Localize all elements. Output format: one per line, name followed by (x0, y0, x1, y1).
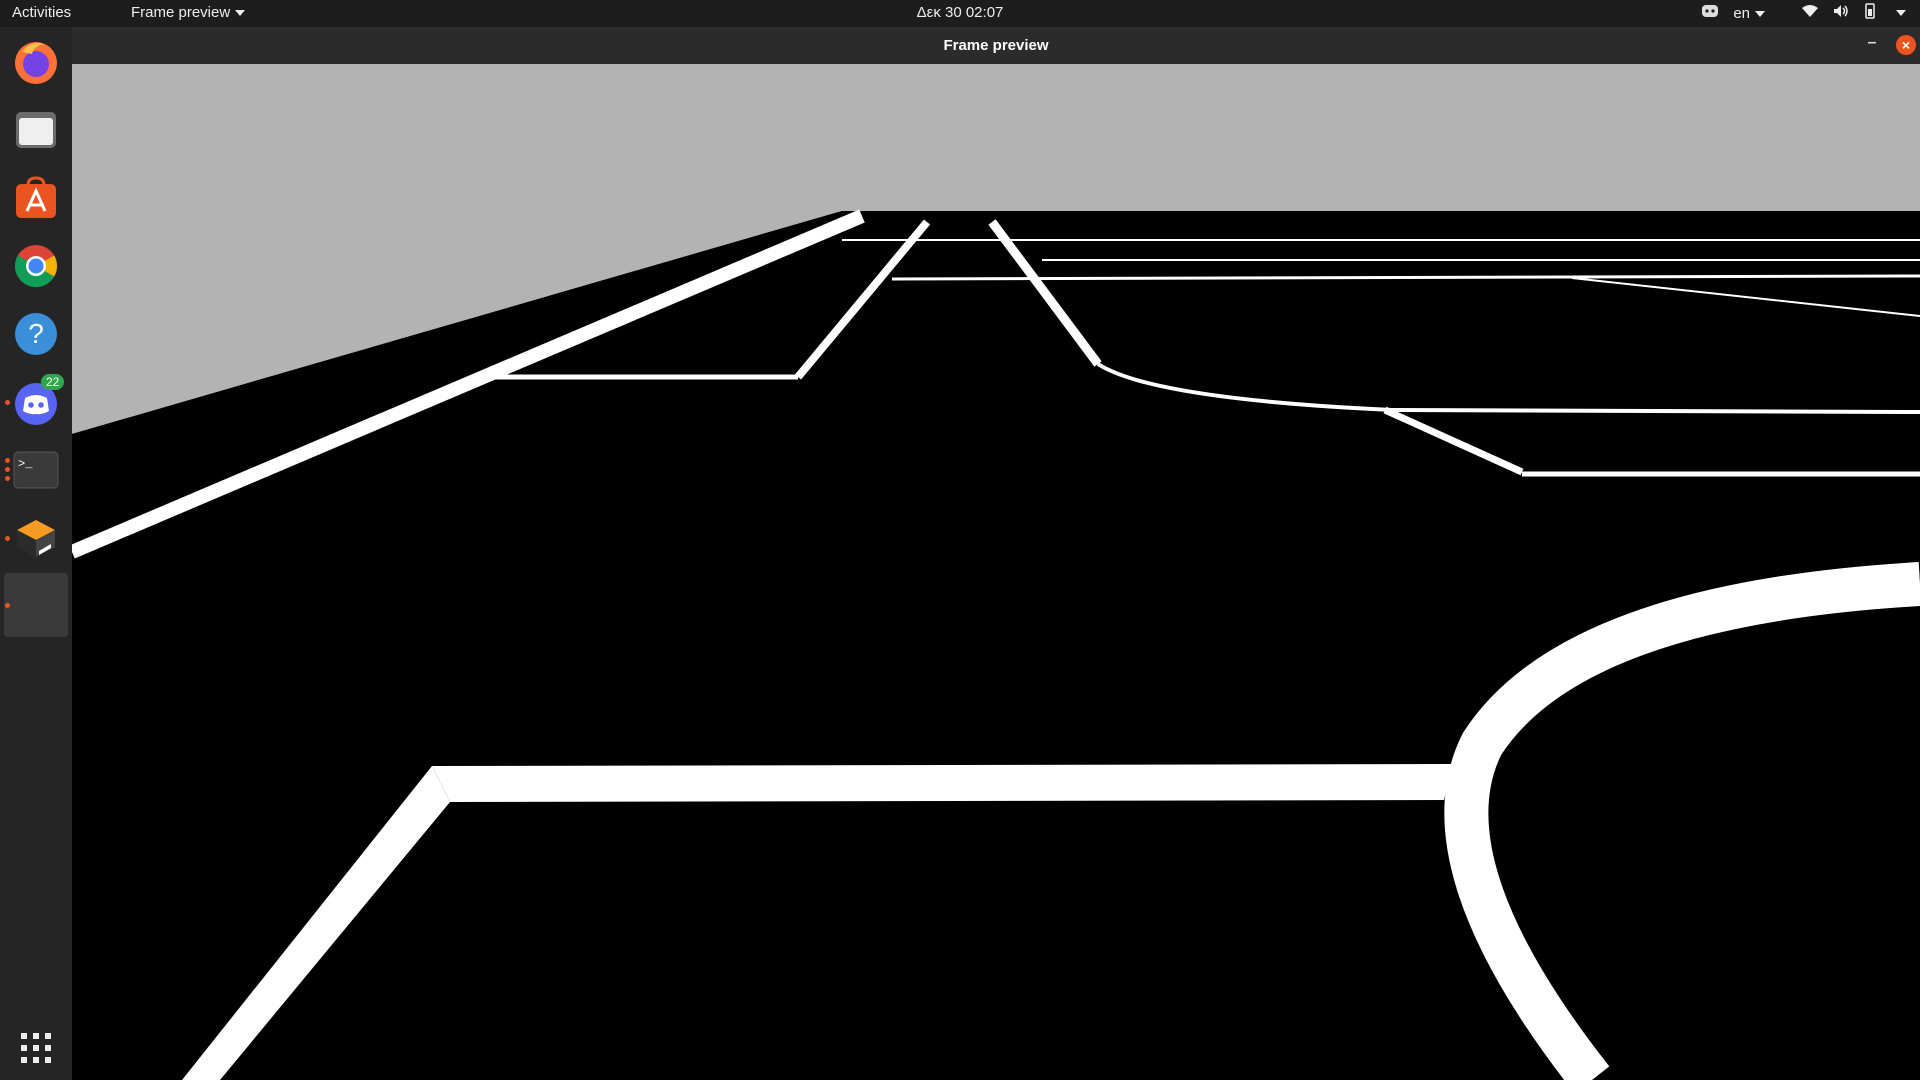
running-indicator (5, 603, 10, 608)
app-grid-icon (21, 1033, 51, 1063)
software-store-icon (16, 176, 56, 218)
minimize-button[interactable]: – (1864, 35, 1880, 52)
running-indicator (5, 476, 10, 481)
clock[interactable]: Δεκ 30 02:07 (0, 4, 1920, 21)
chrome-icon (14, 245, 58, 288)
running-indicator (5, 458, 10, 463)
language-label: en (1733, 4, 1750, 22)
dock-item-frame-preview[interactable] (4, 573, 68, 637)
dock-item-discord[interactable]: 22 (5, 374, 65, 430)
running-indicator (5, 400, 10, 405)
dock-item-software-store[interactable] (8, 170, 64, 226)
chevron-down-icon (1755, 10, 1765, 17)
dock-item-files[interactable] (8, 102, 64, 158)
firefox-icon (15, 42, 57, 84)
system-tray[interactable]: en (1701, 3, 1906, 23)
wifi-icon[interactable] (1801, 4, 1819, 22)
help-icon: ? (15, 313, 57, 355)
running-indicator (5, 536, 10, 541)
notification-badge: 22 (41, 374, 65, 390)
frame-preview-canvas (72, 64, 1920, 1080)
dock: ? 22 >_ (0, 27, 72, 1080)
svg-text:?: ? (28, 318, 44, 349)
discord-tray-icon[interactable] (1701, 4, 1719, 22)
dock-item-help[interactable]: ? (8, 306, 64, 362)
system-menu-chevron-icon[interactable] (1896, 10, 1906, 16)
frame-preview-icon (16, 585, 56, 625)
track-render (72, 64, 1920, 1080)
simulator-icon (17, 520, 55, 557)
window-titlebar[interactable]: Frame preview – × (72, 27, 1920, 64)
close-button[interactable]: × (1896, 35, 1916, 55)
dock-item-chrome[interactable] (8, 238, 64, 294)
volume-icon[interactable] (1833, 4, 1849, 22)
track-line (432, 764, 1452, 802)
language-indicator[interactable]: en (1733, 5, 1765, 22)
running-indicator (5, 467, 10, 472)
top-bar: Activities Frame preview Δεκ 30 02:07 en (0, 0, 1920, 27)
window-title: Frame preview (943, 37, 1049, 54)
files-icon (16, 112, 56, 148)
dock-item-firefox[interactable] (8, 34, 64, 90)
battery-icon[interactable] (1863, 3, 1877, 23)
show-applications-button[interactable] (8, 1020, 64, 1076)
dock-item-simulator[interactable] (5, 510, 64, 566)
svg-text:>_: >_ (18, 457, 33, 471)
terminal-icon: >_ (13, 451, 59, 489)
dock-item-terminal[interactable]: >_ (5, 442, 64, 498)
